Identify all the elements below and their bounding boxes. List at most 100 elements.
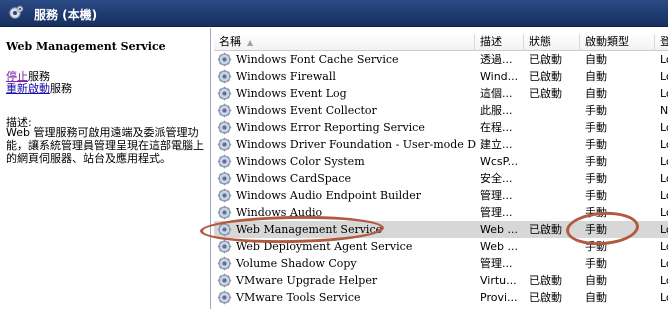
- service-status: 已啟動: [529, 87, 562, 100]
- service-logon: Lo: [660, 138, 668, 151]
- service-gear-icon: [217, 103, 232, 118]
- service-gear-icon: [217, 86, 232, 101]
- service-startup-type: 手動: [585, 257, 607, 270]
- service-startup-type: 手動: [585, 206, 607, 219]
- service-description: Wind...: [480, 70, 519, 83]
- service-row[interactable]: Windows Audio 管理... 手動 Lo: [214, 204, 668, 221]
- service-logon: Lo: [660, 155, 668, 168]
- service-row[interactable]: Windows Driver Foundation - User-mode Dr…: [214, 136, 668, 153]
- service-description: 在程...: [480, 121, 513, 134]
- service-status: [529, 204, 584, 221]
- description-text: Web 管理服務可啟用遠端及委派管理功能，讓系統管理員管理呈現在這部電腦上的網頁…: [6, 126, 204, 165]
- service-description: 安全...: [480, 172, 513, 185]
- service-startup-type: 手動: [585, 155, 607, 168]
- service-name: Volume Shadow Copy: [214, 255, 476, 272]
- service-row[interactable]: Volume Shadow Copy 管理... 手動 Lo: [214, 255, 668, 272]
- service-name: Windows CardSpace: [214, 170, 476, 187]
- window-title: 服務 (本機): [34, 8, 98, 22]
- service-logon: Ne: [660, 104, 668, 117]
- service-description: Provi...: [480, 291, 518, 304]
- service-description: 管理...: [480, 189, 513, 202]
- service-name: VMware Upgrade Helper: [214, 272, 476, 289]
- service-logon: Lo: [660, 87, 668, 100]
- service-description: Web ...: [480, 240, 518, 253]
- service-name: Windows Audio: [214, 204, 476, 221]
- service-name: Windows Event Collector: [214, 102, 476, 119]
- column-header-status[interactable]: 狀態: [524, 34, 580, 51]
- service-status: [529, 119, 584, 136]
- service-logon: Lo: [660, 70, 668, 83]
- service-name: Windows Driver Foundation - User-mode Dr…: [214, 136, 476, 153]
- service-row[interactable]: VMware Tools Service Provi... 已啟動 自動 Lo: [214, 289, 668, 306]
- service-gear-icon: [217, 205, 232, 220]
- service-status: [529, 187, 584, 204]
- service-gear-icon: [217, 239, 232, 254]
- service-logon: Lo: [660, 240, 668, 253]
- service-gear-icon: [217, 52, 232, 67]
- service-row[interactable]: Windows Color System WcsP... 手動 Lo: [214, 153, 668, 170]
- column-header-description[interactable]: 描述: [475, 34, 524, 51]
- service-description: Virtu...: [480, 274, 517, 287]
- service-logon: Lo: [660, 121, 668, 134]
- column-header-name[interactable]: 名稱 ▲: [214, 34, 475, 51]
- service-startup-type: 手動: [585, 172, 607, 185]
- service-status: [529, 170, 584, 187]
- service-startup-type: 自動: [585, 70, 607, 83]
- service-row[interactable]: Windows Event Collector 此服... 手動 Ne: [214, 102, 668, 119]
- service-name: Web Deployment Agent Service: [214, 238, 476, 255]
- service-row[interactable]: VMware Upgrade Helper Virtu... 已啟動 自動 Lo: [214, 272, 668, 289]
- service-status: 已啟動: [529, 291, 562, 304]
- service-row[interactable]: Web Management Service Web ... 已啟動 手動 Lo: [214, 221, 668, 238]
- service-startup-type: 手動: [585, 138, 607, 151]
- service-status: [529, 102, 584, 119]
- service-name: Windows Font Cache Service: [214, 51, 476, 68]
- service-row[interactable]: Windows Event Log 這個... 已啟動 自動 Lo: [214, 85, 668, 102]
- services-list[interactable]: 名稱 ▲ 描述 狀態 啟動類型 登 Windows Font Cache Serv…: [214, 34, 668, 309]
- column-header-logon[interactable]: 登: [655, 34, 668, 51]
- selected-service-title: Web Management Service: [6, 40, 166, 53]
- service-gear-icon: [217, 188, 232, 203]
- service-startup-type: 自動: [585, 274, 607, 287]
- service-logon: Lo: [660, 291, 668, 304]
- service-startup-type: 自動: [585, 53, 607, 66]
- service-status: 已啟動: [529, 53, 562, 66]
- service-name: Web Management Service: [214, 221, 476, 238]
- service-row[interactable]: Windows CardSpace 安全... 手動 Lo: [214, 170, 668, 187]
- restart-service-action: 重新啟動服務: [6, 80, 72, 96]
- column-header-startup-type[interactable]: 啟動類型: [580, 34, 655, 51]
- service-row[interactable]: Web Deployment Agent Service Web ... 手動 Lo: [214, 238, 668, 255]
- service-status: 已啟動: [529, 223, 562, 236]
- service-details-pane: Web Management Service 停止服務 重新啟動服務 描述: W…: [0, 28, 211, 309]
- service-row[interactable]: Windows Font Cache Service 透過... 已啟動 自動 Lo: [214, 51, 668, 68]
- service-gear-icon: [217, 222, 232, 237]
- gear-icon: [9, 5, 24, 19]
- service-logon: Lo: [660, 257, 668, 270]
- service-description: Web ...: [480, 223, 518, 236]
- service-name: Windows Firewall: [214, 68, 476, 85]
- service-gear-icon: [217, 256, 232, 271]
- service-row[interactable]: Windows Firewall Wind... 已啟動 自動 Lo: [214, 68, 668, 85]
- service-logon: Lo: [660, 223, 668, 236]
- service-gear-icon: [217, 171, 232, 186]
- service-status: [529, 136, 584, 153]
- service-row[interactable]: Windows Audio Endpoint Builder 管理... 手動 Lo: [214, 187, 668, 204]
- service-description: 管理...: [480, 257, 513, 270]
- service-startup-type: 手動: [585, 189, 607, 202]
- service-startup-type: 自動: [585, 87, 607, 100]
- service-status: [529, 238, 584, 255]
- service-gear-icon: [217, 69, 232, 84]
- service-description: 管理...: [480, 206, 513, 219]
- service-name: Windows Audio Endpoint Builder: [214, 187, 476, 204]
- service-status: 已啟動: [529, 70, 562, 83]
- restart-service-link[interactable]: 重新啟動: [6, 82, 50, 95]
- service-startup-type: 自動: [585, 291, 607, 304]
- service-gear-icon: [217, 137, 232, 152]
- service-description: WcsP...: [480, 155, 519, 168]
- service-name: VMware Tools Service: [214, 289, 476, 306]
- service-gear-icon: [217, 290, 232, 305]
- service-logon: Lo: [660, 189, 668, 202]
- service-startup-type: 手動: [585, 223, 607, 236]
- restart-service-suffix: 服務: [50, 82, 72, 95]
- service-description: 透過...: [480, 53, 513, 66]
- service-row[interactable]: Windows Error Reporting Service 在程... 手動 Lo: [214, 119, 668, 136]
